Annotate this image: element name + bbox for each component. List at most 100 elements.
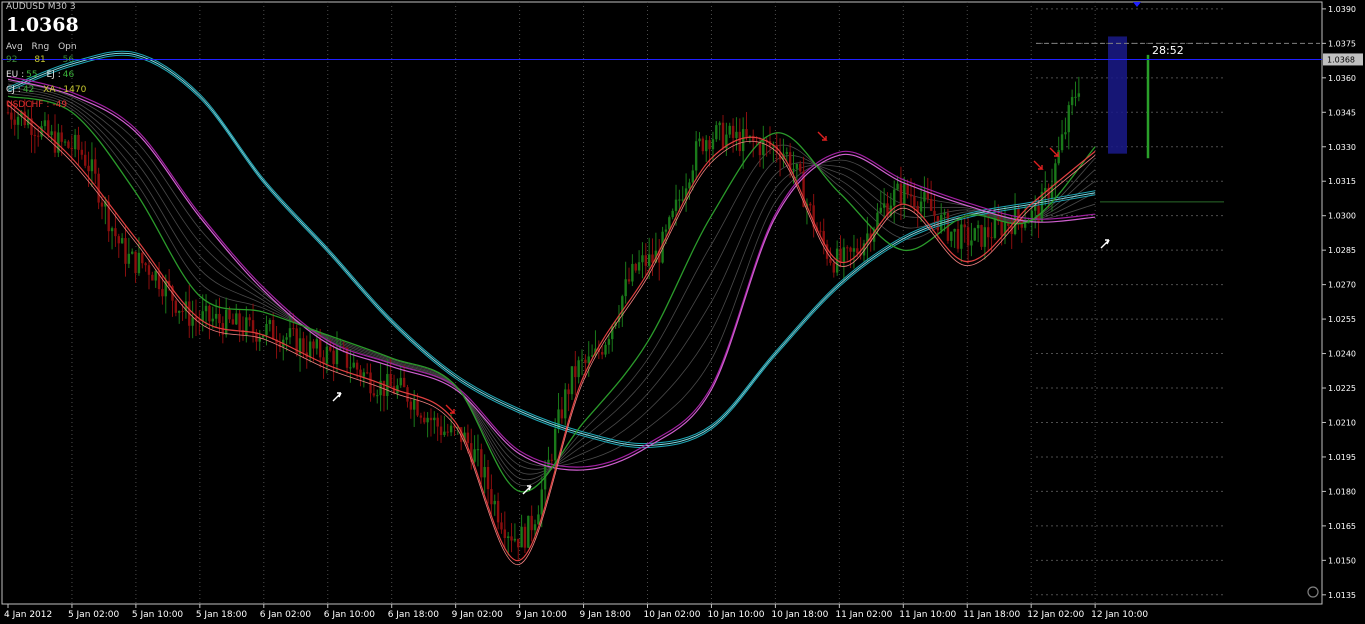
candle-body — [503, 529, 507, 539]
candle-body — [762, 140, 765, 156]
candle-body — [553, 428, 557, 461]
candle-body — [1070, 97, 1074, 106]
candle-body — [913, 196, 916, 206]
candle-body — [856, 248, 859, 254]
candle-body — [903, 183, 906, 204]
eu-label: EU : — [6, 70, 25, 80]
candle-body — [637, 262, 641, 271]
candle-body — [154, 270, 157, 281]
candle-body — [110, 228, 114, 232]
candle-body — [698, 138, 701, 142]
y-tick-label: 1.0300 — [1328, 212, 1356, 221]
candle-body — [634, 263, 637, 271]
candle-body — [423, 417, 426, 423]
candle-body — [486, 467, 490, 490]
x-tick-label: 5 Jan 02:00 — [68, 610, 120, 620]
candle-body — [426, 417, 429, 423]
candle-body — [758, 142, 762, 156]
candle-body — [966, 227, 970, 246]
avg-value: 92 — [6, 55, 18, 65]
candle-body — [218, 313, 221, 324]
candle-body — [708, 140, 711, 150]
candle-body — [120, 238, 124, 244]
candle-body — [980, 225, 983, 247]
y-tick-label: 1.0375 — [1328, 39, 1356, 48]
candle-body — [631, 263, 634, 282]
bid-price-label: 1.0368 — [1327, 55, 1355, 64]
candle-body — [936, 215, 940, 231]
candle-body — [433, 417, 436, 421]
candle-body — [10, 112, 13, 120]
candle-body — [6, 112, 10, 114]
current-price: 1.0368 — [6, 14, 79, 36]
candle-body — [570, 366, 574, 395]
candle-body — [211, 318, 214, 322]
candle-body — [953, 228, 956, 232]
candle-body — [67, 141, 70, 148]
candle-body — [147, 265, 151, 275]
candle-body — [332, 350, 335, 365]
candle-body — [496, 500, 500, 523]
candle-body — [718, 122, 721, 126]
candle-body — [731, 125, 735, 138]
price-chart[interactable]: 4 Jan 2012 5 Jan 02:00 5 Jan 10:00 5 Jan 18… — [0, 0, 1365, 624]
candle-body — [715, 125, 718, 140]
candle-body — [668, 217, 671, 230]
y-tick-label: 1.0195 — [1328, 453, 1356, 462]
y-tick-label: 1.0270 — [1328, 281, 1356, 290]
candle-body — [13, 119, 16, 125]
chart-background — [0, 0, 1365, 624]
x-tick-label: 10 Jan 18:00 — [771, 610, 828, 620]
candle-body — [584, 359, 587, 364]
candle-body — [691, 170, 695, 183]
avg-label: Avg — [6, 42, 23, 52]
current-bar-box — [1108, 36, 1127, 154]
candle-body — [77, 134, 80, 150]
candle-body — [963, 224, 966, 228]
candle-body — [852, 248, 856, 252]
candle-body — [671, 210, 674, 218]
candle-body — [580, 359, 584, 361]
candle-body — [94, 159, 97, 174]
candle-body — [248, 317, 251, 321]
candle-body — [819, 230, 822, 232]
candle-body — [520, 526, 523, 548]
info-col-labels: Avg Rng Opn — [6, 42, 83, 52]
candle-body — [627, 279, 631, 282]
candle-body — [1064, 132, 1067, 135]
usdchf-row: USDCHF : -49 — [6, 100, 73, 110]
pairs-row-2: CJ :42 XA :1470 — [6, 85, 92, 95]
bar-countdown: 28:52 — [1152, 44, 1184, 57]
candle-body — [124, 238, 127, 264]
candle-body — [745, 129, 748, 138]
candle-body — [983, 227, 987, 247]
y-tick-label: 1.0225 — [1328, 384, 1356, 393]
candle-body — [429, 417, 433, 421]
x-tick-label: 5 Jan 10:00 — [132, 610, 184, 620]
y-tick-label: 1.0240 — [1328, 350, 1356, 359]
candle-body — [587, 356, 590, 364]
x-tick-label: 9 Jan 18:00 — [580, 610, 632, 620]
candle-body — [849, 247, 852, 252]
candle-body — [973, 228, 976, 241]
candle-body — [688, 182, 691, 189]
candle-body — [50, 131, 53, 136]
candle-body — [312, 341, 315, 349]
candle-body — [987, 227, 990, 238]
candle-body — [302, 338, 305, 353]
candle-body — [238, 313, 241, 331]
candle-body — [490, 489, 493, 505]
candle-body — [513, 538, 517, 541]
candle-body — [735, 131, 738, 138]
candle-body — [228, 309, 231, 320]
candle-body — [839, 248, 842, 263]
candle-body — [365, 372, 369, 374]
candle-body — [647, 254, 651, 266]
candle-body — [204, 305, 208, 312]
x-tick-label: 4 Jan 2012 — [4, 610, 52, 620]
candle-body — [564, 389, 567, 419]
ej-label: EJ : — [46, 70, 61, 80]
x-tick-label: 6 Jan 18:00 — [388, 610, 440, 620]
y-tick-label: 1.0345 — [1328, 108, 1356, 117]
x-tick-label: 11 Jan 10:00 — [899, 610, 956, 620]
